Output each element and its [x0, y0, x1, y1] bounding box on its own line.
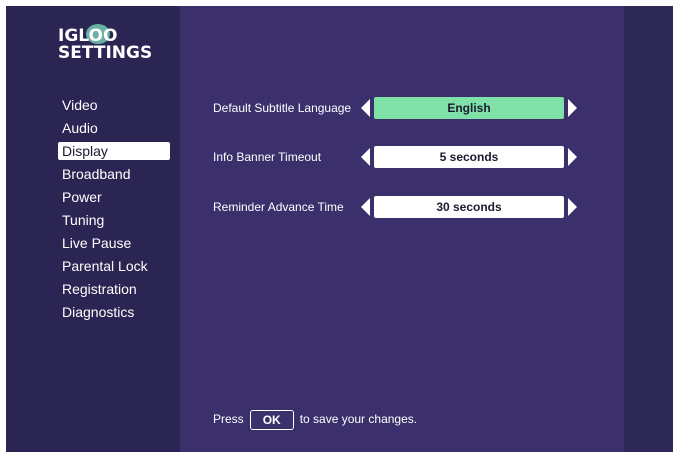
menu-item-display[interactable]: Display	[58, 142, 170, 160]
menu-item-parental-lock[interactable]: Parental Lock	[58, 255, 170, 278]
menu-item-broadband[interactable]: Broadband	[58, 163, 170, 186]
main-panel	[180, 6, 624, 452]
menu-item-video[interactable]: Video	[58, 94, 170, 117]
igloo-settings-logo: IGLOO SETTINGS	[58, 24, 153, 63]
arrow-right-icon[interactable]	[568, 148, 577, 166]
settings-menu: Video Audio Display Broadband Power Tuni…	[58, 94, 170, 324]
setting-label: Info Banner Timeout	[213, 150, 322, 164]
arrow-left-icon[interactable]	[361, 148, 370, 166]
arrow-left-icon[interactable]	[361, 198, 370, 216]
menu-item-live-pause[interactable]: Live Pause	[58, 232, 170, 255]
footer-prefix: Press	[213, 412, 244, 426]
setting-value[interactable]: 30 seconds	[374, 196, 564, 218]
right-panel	[624, 6, 673, 452]
footer-hint: Press OK to save your changes.	[213, 408, 417, 430]
menu-item-power[interactable]: Power	[58, 186, 170, 209]
setting-label: Default Subtitle Language	[213, 101, 352, 115]
footer-suffix: to save your changes.	[299, 412, 418, 426]
ok-button[interactable]: OK	[249, 409, 294, 430]
menu-item-tuning[interactable]: Tuning	[58, 209, 170, 232]
menu-item-diagnostics[interactable]: Diagnostics	[58, 301, 170, 324]
menu-item-registration[interactable]: Registration	[58, 278, 170, 301]
logo-line2: SETTINGS	[58, 43, 153, 63]
menu-item-audio[interactable]: Audio	[58, 117, 170, 140]
logo-line1: IGLOO	[58, 26, 118, 46]
arrow-left-icon[interactable]	[361, 99, 370, 117]
setting-label: Reminder Advance Time	[213, 200, 344, 214]
arrow-right-icon[interactable]	[568, 99, 577, 117]
setting-value[interactable]: English	[374, 97, 564, 119]
arrow-right-icon[interactable]	[568, 198, 577, 216]
setting-value[interactable]: 5 seconds	[374, 146, 564, 168]
